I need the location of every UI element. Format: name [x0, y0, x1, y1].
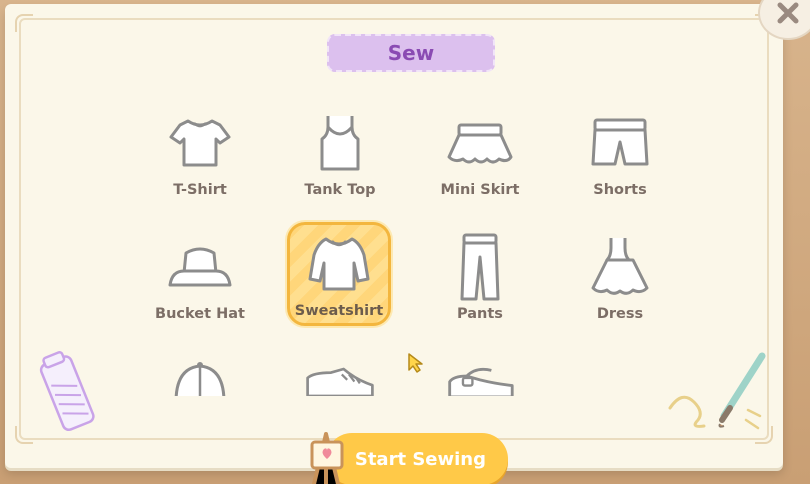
item-mary-jane-shoe[interactable] — [428, 352, 532, 396]
item-mini-skirt[interactable]: Mini Skirt — [428, 104, 532, 208]
sweatshirt-icon — [303, 231, 375, 297]
close-icon — [777, 2, 799, 24]
item-label: Tank Top — [304, 182, 376, 198]
bucket-hat-icon — [164, 234, 236, 300]
item-label: Dress — [596, 306, 644, 322]
mary-jane-shoe-icon — [444, 358, 516, 396]
tank-top-icon — [304, 110, 376, 176]
mini-skirt-icon — [444, 110, 516, 176]
shorts-icon — [584, 110, 656, 176]
item-label: Bucket Hat — [155, 306, 245, 322]
item-label: Shorts — [593, 182, 647, 198]
tshirt-icon — [164, 110, 236, 176]
item-label: T-Shirt — [173, 182, 227, 198]
item-dress[interactable]: Dress — [568, 228, 672, 332]
item-sneaker[interactable] — [288, 352, 392, 396]
item-tank-top[interactable]: Tank Top — [288, 104, 392, 208]
start-sewing-label: Start Sewing — [354, 448, 486, 470]
easel-icon — [304, 428, 354, 484]
item-cap[interactable] — [148, 352, 252, 396]
item-t-shirt[interactable]: T-Shirt — [148, 104, 252, 208]
item-label: Sweatshirt — [294, 303, 384, 319]
item-bucket-hat[interactable]: Bucket Hat — [148, 228, 252, 332]
item-pants[interactable]: Pants — [428, 228, 532, 332]
fabric-tube-icon — [30, 350, 106, 444]
paintbrush-icon — [664, 350, 784, 444]
sneaker-icon — [304, 358, 376, 396]
item-sweatshirt[interactable]: Sweatshirt — [287, 222, 391, 326]
pointer-cursor-icon — [407, 352, 425, 378]
cap-icon — [164, 358, 236, 396]
pants-icon — [444, 233, 516, 301]
item-shorts[interactable]: Shorts — [568, 104, 672, 208]
item-label: Mini Skirt — [440, 182, 520, 198]
panel-title: Sew — [327, 34, 495, 72]
item-label: Pants — [457, 306, 503, 322]
dress-icon — [584, 234, 656, 300]
